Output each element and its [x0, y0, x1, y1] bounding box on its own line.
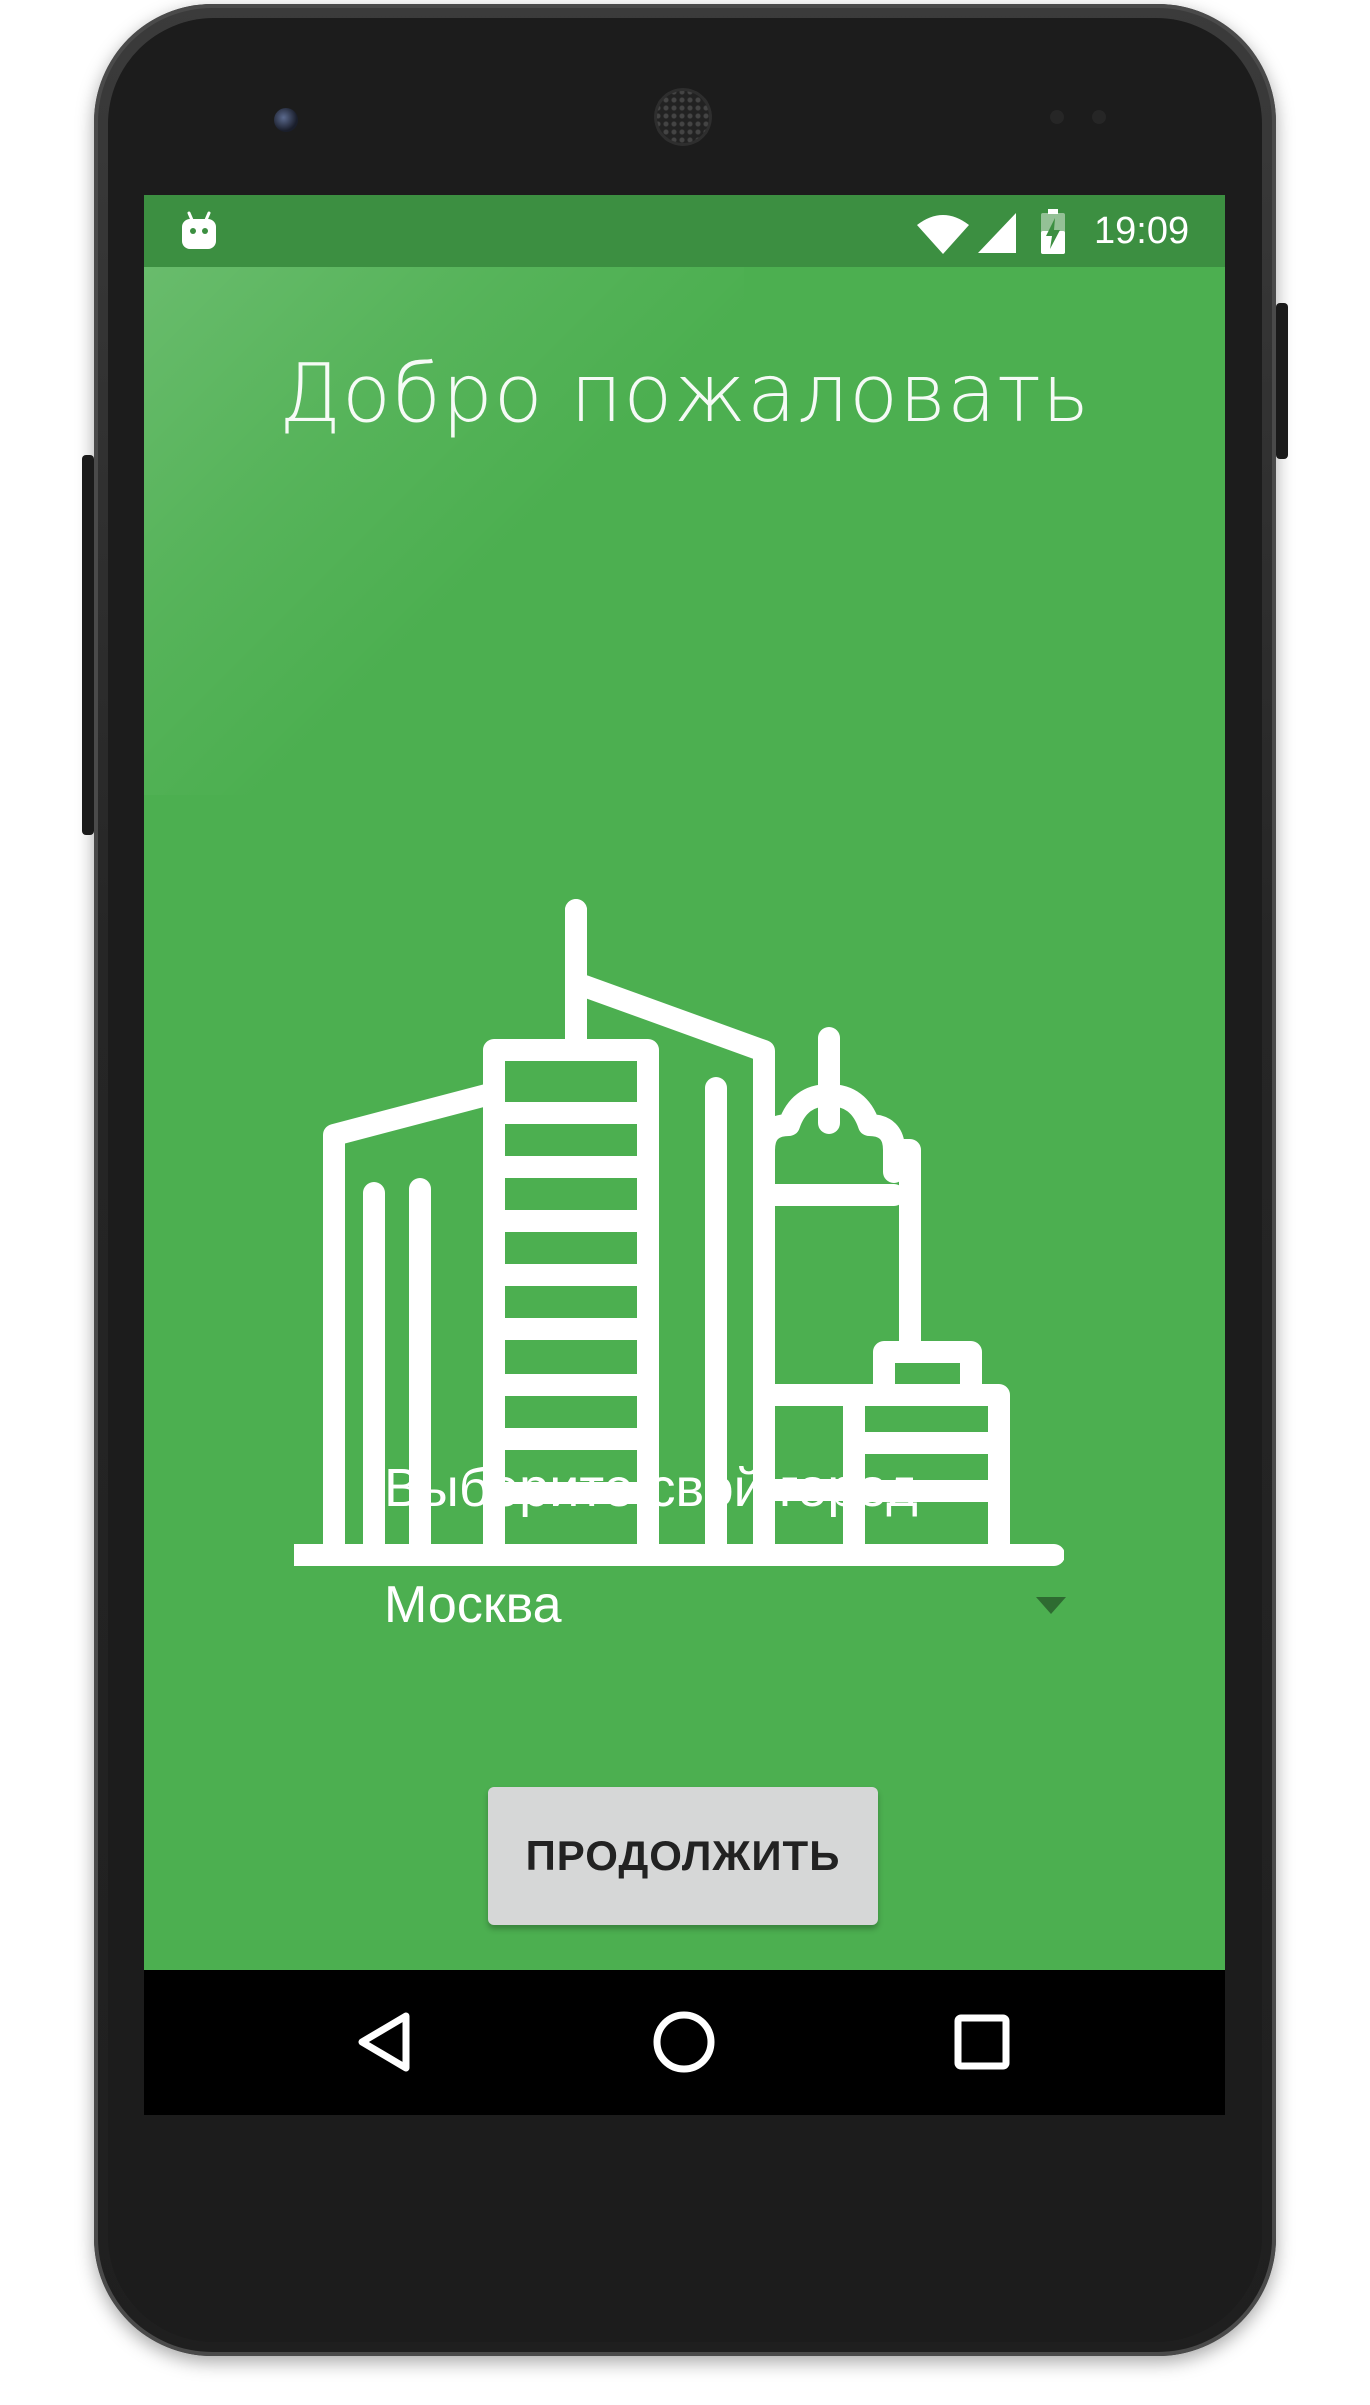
- city-dropdown-value: Москва: [384, 1576, 562, 1634]
- earpiece-speaker: [654, 88, 712, 146]
- volume-button: [82, 455, 94, 835]
- light-sensor: [1092, 110, 1106, 124]
- status-bar: 19:09: [144, 195, 1225, 267]
- recents-icon[interactable]: [954, 2014, 1010, 2070]
- app-screen: 19:09 Добро пожаловать Выберите свой гор…: [144, 195, 1225, 2115]
- status-time: 19:09: [1094, 210, 1190, 252]
- dropdown-arrow-icon: [1036, 1597, 1066, 1614]
- cell-signal-icon: [978, 213, 1016, 253]
- home-icon[interactable]: [652, 2010, 716, 2074]
- wifi-icon: [917, 215, 969, 254]
- city-dropdown[interactable]: Москва: [384, 1565, 1074, 1645]
- android-robot-icon: [182, 211, 216, 249]
- continue-button[interactable]: ПРОДОЛЖИТЬ: [488, 1787, 878, 1925]
- welcome-title: Добро пожаловать: [278, 347, 1091, 440]
- navigation-bar: [144, 1970, 1225, 2115]
- city-buildings-icon: [294, 899, 1064, 1566]
- proximity-sensor: [1050, 110, 1064, 124]
- city-picker-label: Выберите свой город: [384, 1458, 918, 1518]
- battery-charging-icon: [1041, 209, 1065, 254]
- back-icon[interactable]: [356, 2010, 412, 2074]
- power-button: [1276, 303, 1288, 459]
- front-camera: [274, 108, 298, 132]
